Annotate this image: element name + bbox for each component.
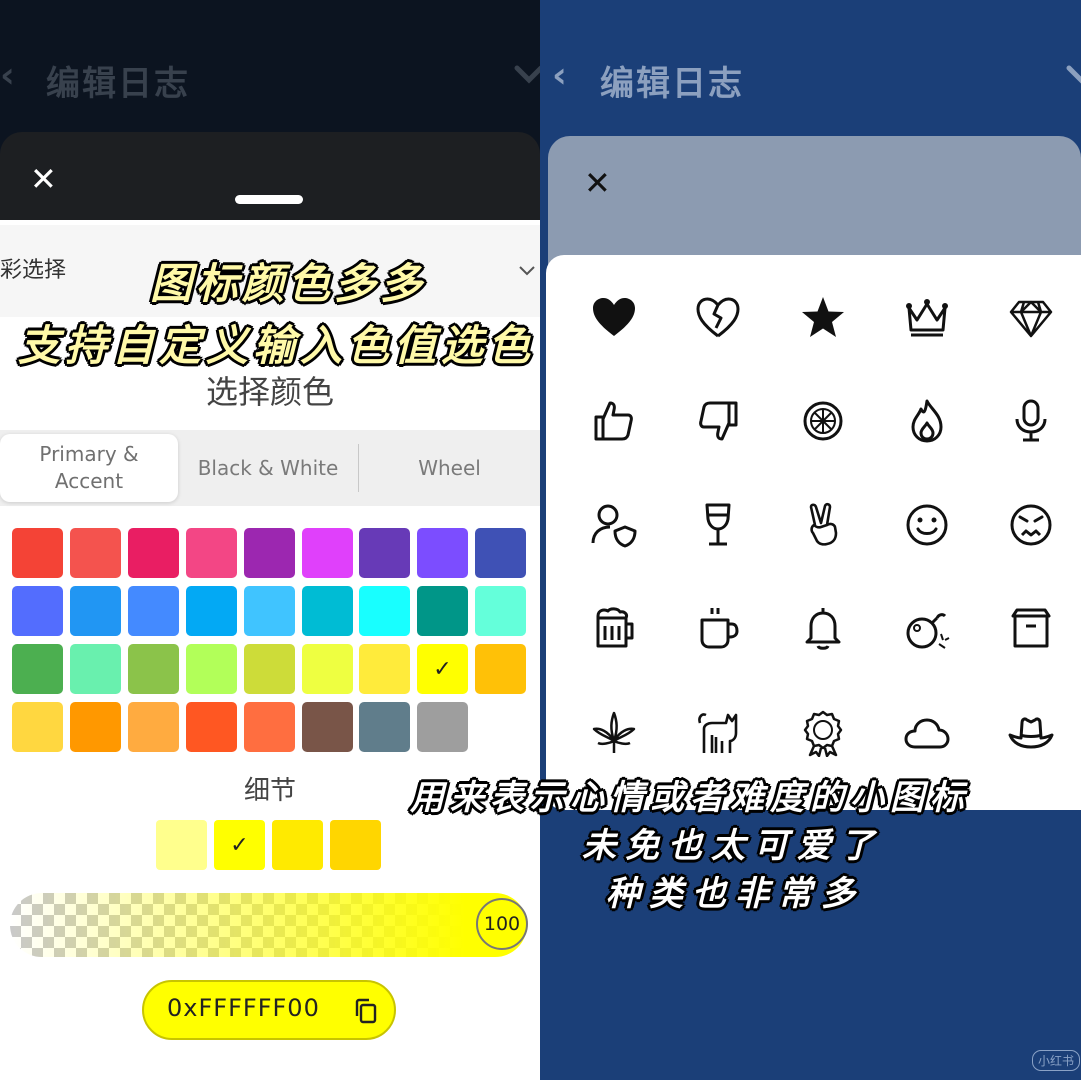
color-select-label: 彩选择 — [0, 258, 67, 283]
color-swatch[interactable] — [12, 702, 63, 752]
color-swatch[interactable] — [12, 586, 63, 636]
close-icon[interactable]: ✕ — [584, 164, 611, 202]
watermark: 小红书 — [1032, 1050, 1081, 1071]
shade-swatch[interactable] — [156, 820, 207, 870]
color-swatch[interactable] — [128, 644, 179, 694]
user-shield-icon[interactable] — [586, 497, 642, 553]
color-swatch[interactable] — [244, 528, 295, 578]
color-swatch[interactable] — [417, 586, 468, 636]
microphone-icon[interactable] — [1003, 393, 1059, 449]
cowboy-hat-icon[interactable] — [1003, 705, 1059, 761]
color-swatch[interactable] — [359, 586, 410, 636]
color-swatch[interactable] — [359, 702, 410, 752]
drag-handle[interactable] — [235, 195, 303, 204]
color-swatch[interactable] — [186, 702, 237, 752]
cat-icon[interactable] — [690, 705, 746, 761]
copy-icon[interactable] — [354, 998, 378, 1028]
confirm-check-icon[interactable] — [1066, 64, 1081, 90]
caption-bottom-line2: 未免也太可爱了 — [582, 826, 883, 866]
diamond-icon[interactable] — [1003, 290, 1059, 346]
tab-wheel[interactable]: Wheel — [359, 430, 540, 506]
cloud-icon[interactable] — [899, 705, 955, 761]
star-filled-icon[interactable] — [795, 290, 851, 346]
tab-primary-accent[interactable]: Primary & Accent — [0, 430, 178, 506]
selected-check-icon: ✓ — [433, 656, 452, 682]
box-icon[interactable] — [1003, 600, 1059, 656]
caption-top-line2: 支持自定义输入色值选色 — [18, 321, 536, 370]
peace-hand-icon[interactable] — [795, 497, 851, 553]
color-swatch[interactable] — [302, 644, 353, 694]
leaf-icon[interactable] — [586, 705, 642, 761]
back-chevron-icon[interactable]: ‹ — [0, 55, 15, 96]
color-swatch[interactable] — [12, 528, 63, 578]
dialog-title: 选择颜色 — [205, 373, 334, 411]
selected-check-icon: ✓ — [230, 832, 249, 858]
award-ribbon-icon[interactable] — [795, 705, 851, 761]
close-icon[interactable]: ✕ — [30, 160, 57, 198]
wine-glass-icon[interactable] — [690, 497, 746, 553]
color-swatch[interactable] — [302, 702, 353, 752]
tab-black-white[interactable]: Black & White — [178, 430, 358, 506]
bomb-icon[interactable] — [899, 600, 955, 656]
opacity-slider-thumb[interactable]: 100 — [476, 898, 528, 950]
thumbs-up-icon[interactable] — [586, 393, 642, 449]
color-swatch[interactable] — [475, 528, 526, 578]
page-title: 编辑日志 — [46, 64, 190, 104]
color-swatch[interactable] — [12, 644, 63, 694]
thumbs-down-icon[interactable] — [690, 393, 746, 449]
color-swatch[interactable] — [302, 528, 353, 578]
color-swatch[interactable] — [70, 644, 121, 694]
color-swatch[interactable] — [186, 586, 237, 636]
back-chevron-icon[interactable]: ‹ — [552, 55, 567, 96]
color-swatch[interactable]: ✓ — [417, 644, 468, 694]
color-swatch[interactable] — [128, 528, 179, 578]
color-swatch[interactable] — [186, 528, 237, 578]
color-swatch[interactable] — [128, 702, 179, 752]
color-swatch[interactable] — [475, 644, 526, 694]
crown-icon[interactable] — [899, 290, 955, 346]
caption-bottom-line1: 用来表示心情或者难度的小图标 — [410, 778, 970, 818]
chevron-down-icon[interactable] — [518, 258, 536, 282]
heart-filled-icon[interactable] — [586, 290, 642, 346]
lemon-icon[interactable] — [795, 393, 851, 449]
color-swatch[interactable] — [186, 644, 237, 694]
color-swatch[interactable] — [475, 586, 526, 636]
bottom-sheet-header — [0, 132, 540, 232]
heart-broken-icon[interactable] — [690, 290, 746, 346]
color-swatch[interactable] — [244, 586, 295, 636]
color-swatch[interactable] — [417, 528, 468, 578]
coffee-cup-icon[interactable] — [690, 600, 746, 656]
color-swatch[interactable] — [359, 644, 410, 694]
color-swatch[interactable] — [359, 528, 410, 578]
smiley-icon[interactable] — [899, 497, 955, 553]
color-swatch[interactable] — [244, 644, 295, 694]
color-swatch[interactable] — [70, 702, 121, 752]
color-swatch[interactable] — [302, 586, 353, 636]
fire-icon[interactable] — [899, 393, 955, 449]
opacity-slider[interactable] — [10, 893, 527, 957]
color-swatch[interactable] — [244, 702, 295, 752]
bell-icon[interactable] — [795, 600, 851, 656]
page-title: 编辑日志 — [600, 64, 744, 104]
confirm-check-icon[interactable] — [514, 64, 540, 90]
shade-swatch[interactable] — [272, 820, 323, 870]
angry-face-icon[interactable] — [1003, 497, 1059, 553]
hex-value[interactable]: 0xFFFFFF00 — [167, 994, 320, 1022]
shade-swatch[interactable] — [330, 820, 381, 870]
color-swatch[interactable] — [70, 528, 121, 578]
caption-bottom-line3: 种类也非常多 — [606, 874, 864, 914]
color-swatch[interactable] — [70, 586, 121, 636]
beer-mug-icon[interactable] — [586, 600, 642, 656]
caption-top-line1: 图标颜色多多 — [150, 259, 427, 308]
shade-swatch[interactable]: ✓ — [214, 820, 265, 870]
color-swatch[interactable] — [128, 586, 179, 636]
color-swatch[interactable] — [417, 702, 468, 752]
